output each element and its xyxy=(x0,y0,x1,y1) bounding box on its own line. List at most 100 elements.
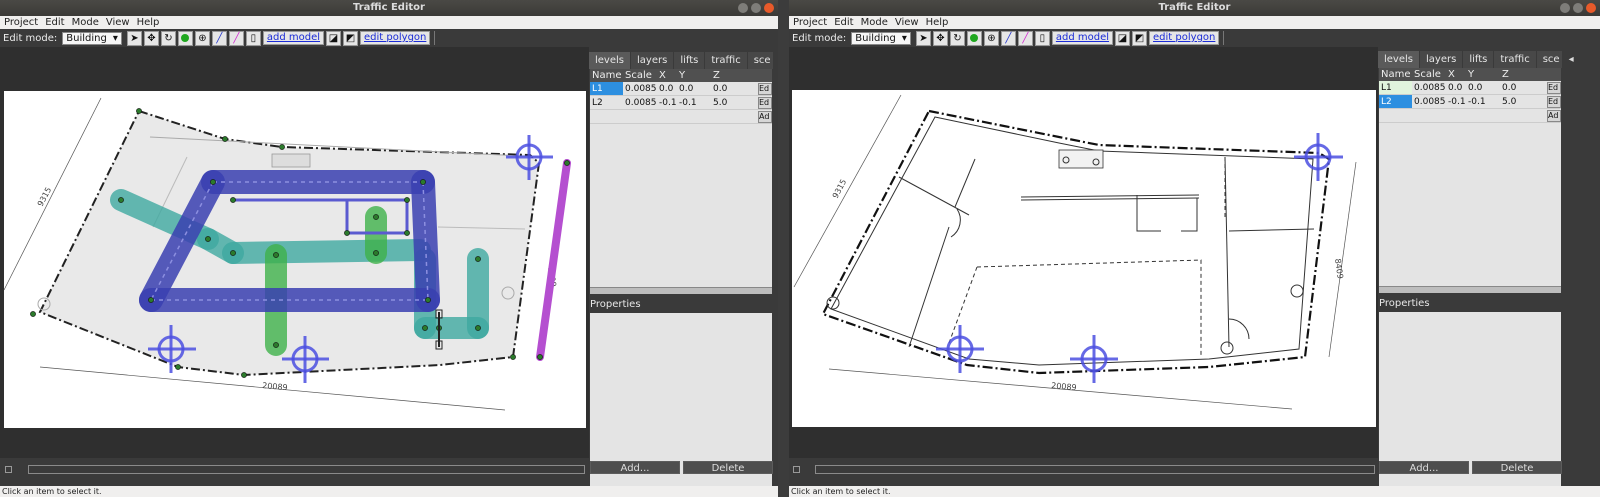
add-door-icon[interactable]: ▯ xyxy=(1034,30,1050,46)
level-x[interactable]: 0.0 xyxy=(1446,81,1466,94)
level-scale[interactable]: 0.0085 xyxy=(1412,81,1446,94)
status-bar: Click an item to select it. xyxy=(0,486,778,497)
properties-label: Properties xyxy=(590,299,641,310)
menu-view[interactable]: View xyxy=(895,16,919,29)
add-button[interactable]: Add... xyxy=(590,461,680,474)
move-tool-icon[interactable]: ✥ xyxy=(143,30,159,46)
add-hole-icon[interactable]: ◩ xyxy=(1132,30,1148,46)
door-symbol[interactable] xyxy=(271,153,311,168)
level-y[interactable]: -0.1 xyxy=(677,96,711,109)
menu-project[interactable]: Project xyxy=(4,16,38,29)
table-scrollbar[interactable] xyxy=(1379,286,1561,293)
table-row[interactable]: L1 0.0085 0.0 0.0 0.0 Ed xyxy=(1379,81,1561,95)
tab-traffic[interactable]: traffic xyxy=(1494,51,1537,68)
level-y[interactable]: -0.1 xyxy=(1466,95,1500,108)
tab-levels[interactable]: levels xyxy=(589,52,631,69)
tab-lifts[interactable]: lifts xyxy=(1463,51,1495,68)
select-tool-icon[interactable]: ➤ xyxy=(126,30,142,46)
menu-edit[interactable]: Edit xyxy=(834,16,853,29)
maximize-icon[interactable] xyxy=(1573,3,1583,13)
edit-polygon-button[interactable]: edit polygon xyxy=(360,31,431,45)
level-name[interactable]: L2 xyxy=(590,96,623,109)
edit-level-button[interactable]: Ed xyxy=(1547,96,1561,108)
rotate-tool-icon[interactable]: ↻ xyxy=(949,30,965,46)
level-y[interactable]: 0.0 xyxy=(677,82,711,95)
add-polygon-icon[interactable]: ◪ xyxy=(326,30,342,46)
delete-button[interactable]: Delete xyxy=(1472,461,1562,474)
edit-polygon-button[interactable]: edit polygon xyxy=(1149,31,1220,45)
delete-button[interactable]: Delete xyxy=(683,461,773,474)
close-icon[interactable] xyxy=(1586,3,1596,13)
minimize-icon[interactable] xyxy=(1560,3,1570,13)
level-name[interactable]: L2 xyxy=(1379,95,1412,108)
map-canvas[interactable]: 9315 20089 8409 xyxy=(789,47,1378,458)
menu-mode[interactable]: Mode xyxy=(72,16,99,29)
edit-level-button[interactable]: Ed xyxy=(1547,82,1561,94)
col-z: Z xyxy=(713,70,720,81)
tab-scenarios[interactable]: sce xyxy=(748,52,778,69)
menu-help[interactable]: Help xyxy=(137,16,160,29)
add-fiducial-icon[interactable]: ⊕ xyxy=(194,30,210,46)
add-model-button[interactable]: add model xyxy=(1051,31,1114,45)
tab-layers[interactable]: layers xyxy=(1420,51,1464,68)
add-hole-icon[interactable]: ◩ xyxy=(343,30,359,46)
edit-mode-value: Building xyxy=(66,32,107,44)
table-row[interactable]: L2 0.0085 -0.1 -0.1 5.0 Ed xyxy=(1379,95,1561,109)
add-level-button[interactable]: Ad xyxy=(1547,110,1561,122)
status-bar: Click an item to select it. xyxy=(789,486,1600,497)
level-name[interactable]: L1 xyxy=(590,82,623,95)
add-lane-icon[interactable]: ╱ xyxy=(211,30,227,46)
menu-view[interactable]: View xyxy=(106,16,130,29)
level-x[interactable]: -0.1 xyxy=(1446,95,1466,108)
level-z[interactable]: 5.0 xyxy=(711,96,745,109)
close-icon[interactable] xyxy=(764,3,774,13)
edit-mode-select[interactable]: Building ▾ xyxy=(851,31,911,45)
level-scale[interactable]: 0.0085 xyxy=(623,96,657,109)
tab-scroll-icon[interactable]: ◂ xyxy=(1567,51,1576,68)
level-scale[interactable]: 0.0085 xyxy=(1412,95,1446,108)
select-tool-icon[interactable]: ➤ xyxy=(915,30,931,46)
add-wall-icon[interactable]: ╱ xyxy=(228,30,244,46)
level-z[interactable]: 0.0 xyxy=(1500,81,1534,94)
horizontal-scrollbar[interactable] xyxy=(815,465,1375,474)
tab-levels[interactable]: levels xyxy=(1378,51,1420,68)
tab-layers[interactable]: layers xyxy=(631,52,675,69)
level-name[interactable]: L1 xyxy=(1379,81,1412,94)
tab-lifts[interactable]: lifts xyxy=(674,52,706,69)
map-canvas[interactable]: 9315 20089 8409 xyxy=(0,47,589,458)
add-vertex-icon[interactable] xyxy=(966,30,982,46)
add-lane-icon[interactable]: ╱ xyxy=(1000,30,1016,46)
add-button[interactable]: Add... xyxy=(1379,461,1469,474)
rotate-tool-icon[interactable]: ↻ xyxy=(160,30,176,46)
add-wall-icon[interactable]: ╱ xyxy=(1017,30,1033,46)
add-polygon-icon[interactable]: ◪ xyxy=(1115,30,1131,46)
add-door-icon[interactable]: ▯ xyxy=(245,30,261,46)
add-vertex-icon[interactable] xyxy=(177,30,193,46)
menu-help[interactable]: Help xyxy=(926,16,949,29)
table-scrollbar[interactable] xyxy=(590,287,772,294)
menu-mode[interactable]: Mode xyxy=(861,16,888,29)
level-y[interactable]: 0.0 xyxy=(1466,81,1500,94)
edit-level-button[interactable]: Ed xyxy=(758,97,772,109)
level-x[interactable]: -0.1 xyxy=(657,96,677,109)
add-fiducial-icon[interactable]: ⊕ xyxy=(983,30,999,46)
tab-scenarios[interactable]: sce xyxy=(1537,51,1567,68)
maximize-icon[interactable] xyxy=(751,3,761,13)
edit-mode-select[interactable]: Building ▾ xyxy=(62,31,122,45)
level-scale[interactable]: 0.0085 xyxy=(623,82,657,95)
table-row[interactable]: L2 0.0085 -0.1 -0.1 5.0 Ed xyxy=(590,96,772,110)
edit-level-button[interactable]: Ed xyxy=(758,83,772,95)
menu-edit[interactable]: Edit xyxy=(45,16,64,29)
lane-teal[interactable] xyxy=(222,239,431,264)
add-level-button[interactable]: Ad xyxy=(758,111,772,123)
level-x[interactable]: 0.0 xyxy=(657,82,677,95)
horizontal-scrollbar[interactable] xyxy=(28,465,585,474)
minimize-icon[interactable] xyxy=(738,3,748,13)
level-z[interactable]: 5.0 xyxy=(1500,95,1534,108)
menu-project[interactable]: Project xyxy=(793,16,827,29)
add-model-button[interactable]: add model xyxy=(262,31,325,45)
table-row[interactable]: L1 0.0085 0.0 0.0 0.0 Ed xyxy=(590,82,772,96)
level-z[interactable]: 0.0 xyxy=(711,82,745,95)
move-tool-icon[interactable]: ✥ xyxy=(932,30,948,46)
tab-traffic[interactable]: traffic xyxy=(705,52,748,69)
